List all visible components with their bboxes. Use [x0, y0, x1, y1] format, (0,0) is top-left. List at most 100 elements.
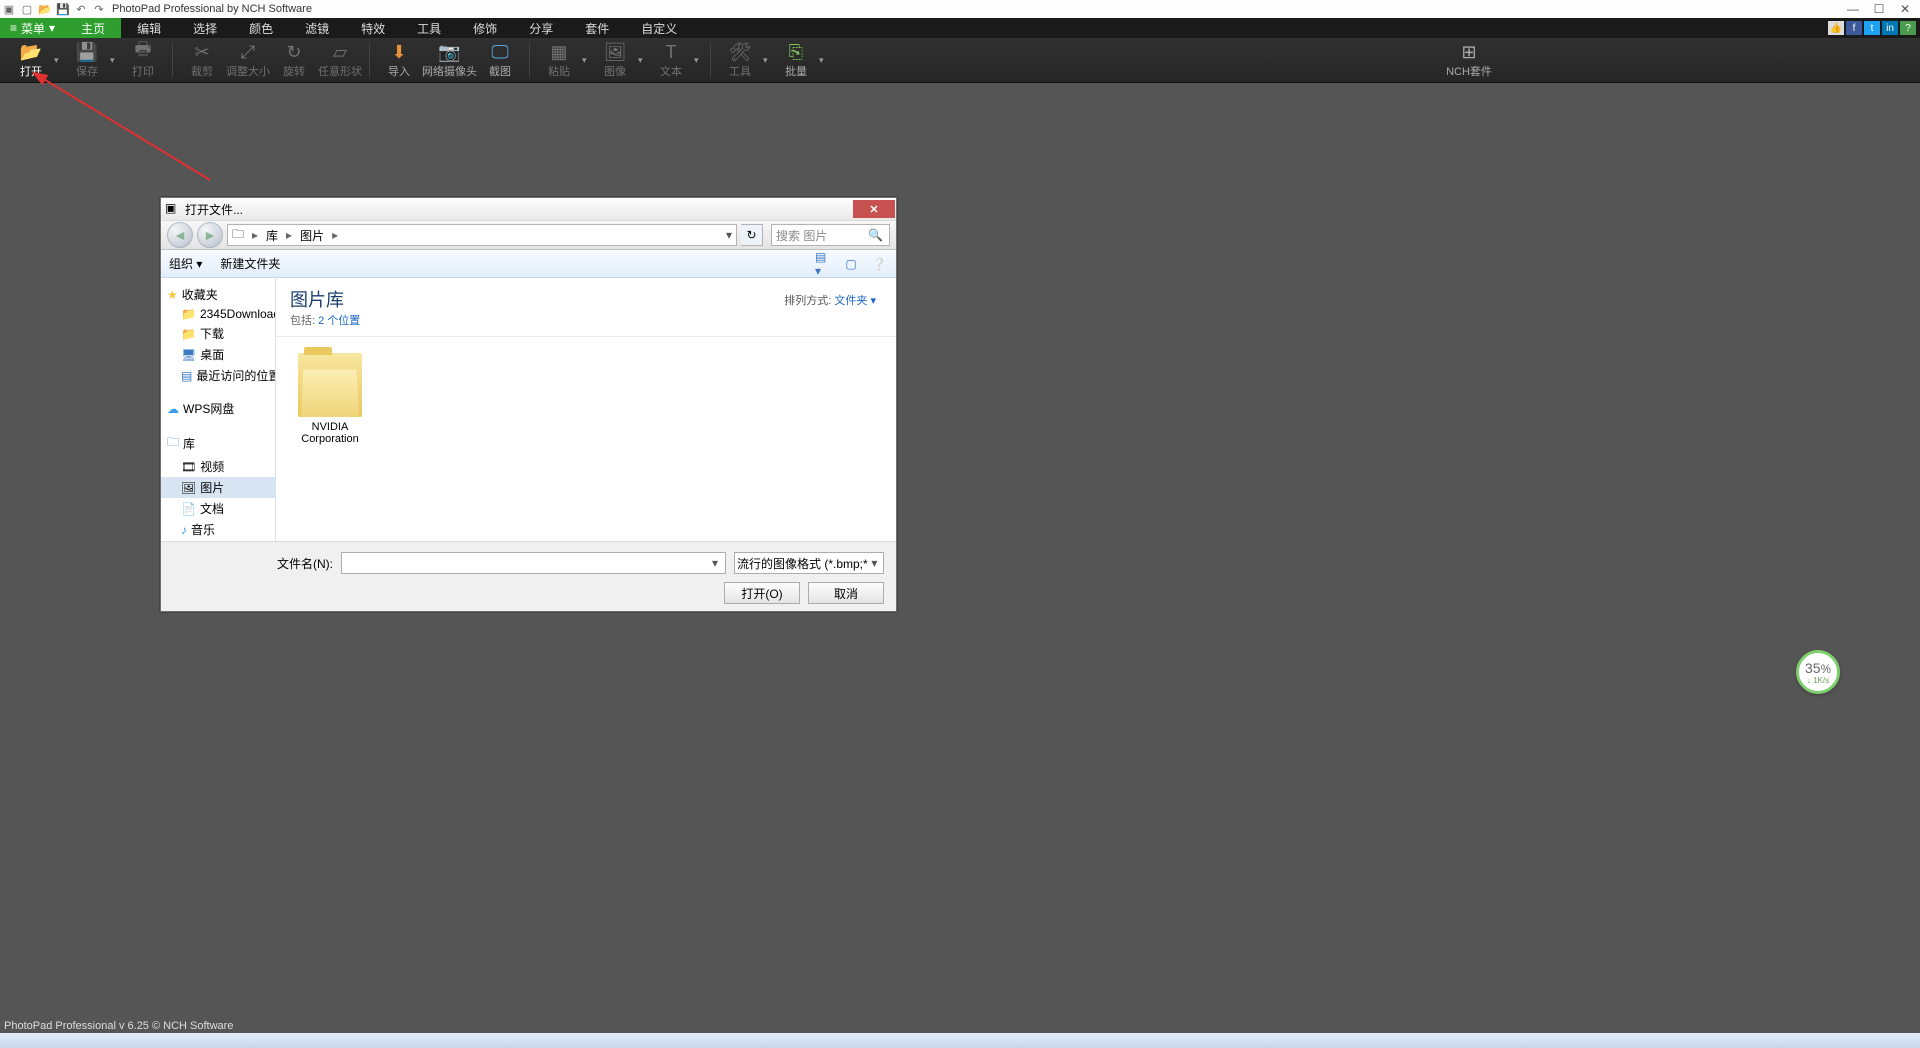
nav-pane: ★收藏夹 📁2345Downloads 📁下载 🖥桌面 ▤最近访问的位置 ☁WP… — [161, 278, 276, 541]
import-button[interactable]: ⬇导入 — [376, 38, 422, 83]
batch-dropdown[interactable]: ▾ — [819, 55, 829, 66]
breadcrumb-root[interactable]: 库 — [262, 227, 282, 244]
search-input[interactable]: 搜索 图片 🔍 — [771, 224, 890, 246]
redo-icon[interactable]: ↷ — [90, 0, 108, 18]
minimize-button[interactable]: — — [1842, 2, 1864, 16]
sort-control[interactable]: 排列方式: 文件夹 ▾ — [784, 292, 876, 308]
nav-fav-item[interactable]: ▤最近访问的位置 — [161, 365, 275, 386]
back-button[interactable]: ◄ — [167, 222, 193, 248]
organize-button[interactable]: 组织 ▾ — [169, 255, 202, 272]
undo-icon[interactable]: ↶ — [72, 0, 90, 18]
status-bar: PhotoPad Professional v 6.25 © NCH Softw… — [0, 1019, 1920, 1033]
image-button[interactable]: 🖼图像 — [592, 38, 638, 83]
open-dropdown[interactable]: ▾ — [54, 55, 64, 66]
chevron-down-icon[interactable]: ▾ — [868, 556, 881, 570]
menu-tab-share[interactable]: 分享 — [513, 18, 569, 38]
tools-button[interactable]: 🛠工具 — [717, 38, 763, 83]
dialog-help-icon[interactable]: ❔ — [870, 255, 888, 273]
download-speed-badge[interactable]: 35% ↓ 1K/s — [1796, 650, 1840, 694]
new-folder-button[interactable]: 新建文件夹 — [220, 255, 280, 272]
preview-pane-button[interactable]: ▢ — [842, 255, 860, 273]
paste-button[interactable]: ▦粘贴 — [536, 38, 582, 83]
nav-favorites[interactable]: ★收藏夹 — [161, 284, 275, 305]
help-icon[interactable]: ? — [1900, 21, 1916, 35]
screenshot-button[interactable]: 🖵截图 — [477, 38, 523, 83]
breadcrumb-dropdown[interactable]: ▾ — [722, 228, 736, 242]
menu-tab-suite[interactable]: 套件 — [569, 18, 625, 38]
star-icon: ★ — [167, 288, 178, 302]
open-quick-icon[interactable]: 📂 — [36, 0, 54, 18]
video-icon: 🎞 — [181, 460, 196, 474]
text-icon: T — [666, 41, 677, 63]
dialog-close-button[interactable]: ✕ — [853, 200, 895, 218]
twitter-icon[interactable]: t — [1864, 21, 1880, 35]
nav-fav-item[interactable]: 📁下载 — [161, 323, 275, 344]
freeform-icon: ▱ — [333, 41, 347, 63]
save-quick-icon[interactable]: 💾 — [54, 0, 72, 18]
nav-lib-item[interactable]: ♪音乐 — [161, 519, 275, 540]
webcam-button[interactable]: 📷网络摄像头 — [422, 38, 477, 83]
nav-wps[interactable]: ☁WPS网盘 — [161, 398, 275, 419]
folder-item[interactable]: NVIDIACorporation — [290, 353, 370, 445]
nav-lib-item[interactable]: 📄文档 — [161, 498, 275, 519]
file-list[interactable]: NVIDIACorporation — [276, 336, 896, 461]
menu-tab-custom[interactable]: 自定义 — [625, 18, 693, 38]
rotate-button[interactable]: ↻旋转 — [271, 38, 317, 83]
resize-button[interactable]: ⤢调整大小 — [225, 38, 271, 83]
save-button[interactable]: 💾保存 — [64, 38, 110, 83]
breadcrumb-sub[interactable]: 图片 — [296, 227, 328, 244]
menu-dropdown-button[interactable]: ≡ 菜单 ▾ — [0, 18, 65, 38]
facebook-icon[interactable]: f — [1846, 21, 1862, 35]
nav-lib-item-selected[interactable]: 🖼图片 — [161, 477, 275, 498]
refresh-button[interactable]: ↻ — [741, 224, 763, 246]
text-dropdown[interactable]: ▾ — [694, 55, 704, 66]
filename-input[interactable]: ▾ — [341, 552, 726, 574]
thumbs-up-icon[interactable]: 👍 — [1828, 21, 1844, 35]
image-dropdown[interactable]: ▾ — [638, 55, 648, 66]
chevron-down-icon[interactable]: ▾ — [707, 556, 723, 570]
breadcrumb[interactable]: 🗀 ▸ 库 ▸ 图片 ▸ ▾ — [227, 224, 737, 246]
sort-value[interactable]: 文件夹 ▾ — [834, 295, 876, 307]
chevron-right-icon: ▸ — [282, 228, 296, 242]
titlebar-quick-icons: ▣ ▢ 📂 💾 ↶ ↷ — [0, 0, 108, 18]
cancel-dialog-button[interactable]: 取消 — [808, 582, 884, 604]
crop-button[interactable]: ✂裁剪 — [179, 38, 225, 83]
library-icon: 🗀 — [167, 433, 179, 454]
text-button[interactable]: T文本 — [648, 38, 694, 83]
save-dropdown[interactable]: ▾ — [110, 55, 120, 66]
forward-button[interactable]: ► — [197, 222, 223, 248]
library-locations-link[interactable]: 2 个位置 — [318, 315, 360, 327]
menu-tab-retouch[interactable]: 修饰 — [457, 18, 513, 38]
separator — [710, 43, 711, 77]
view-mode-button[interactable]: ▤ ▾ — [814, 255, 832, 273]
menu-tab-select[interactable]: 选择 — [177, 18, 233, 38]
filetype-dropdown[interactable]: 流行的图像格式 (*.bmp;*.dng;▾ — [734, 552, 884, 574]
close-window-button[interactable]: ✕ — [1894, 2, 1916, 16]
maximize-button[interactable]: ☐ — [1868, 2, 1890, 16]
nav-fav-item[interactable]: 📁2345Downloads — [161, 305, 275, 323]
nav-fav-item[interactable]: 🖥桌面 — [161, 344, 275, 365]
tools-dropdown[interactable]: ▾ — [763, 55, 773, 66]
open-button[interactable]: 📂打开 — [8, 38, 54, 83]
nav-libraries[interactable]: 🗀库 — [161, 431, 275, 456]
freeform-button[interactable]: ▱任意形状 — [317, 38, 363, 83]
folder-open-icon: 📂 — [20, 41, 42, 63]
nav-lib-item[interactable]: 🎞视频 — [161, 456, 275, 477]
batch-button[interactable]: ⎘批量 — [773, 38, 819, 83]
new-icon[interactable]: ▢ — [18, 0, 36, 18]
app-icon: ▣ — [0, 0, 18, 18]
library-subtitle: 包括: 2 个位置 — [290, 312, 882, 328]
print-button[interactable]: 🖶打印 — [120, 38, 166, 83]
open-dialog-button[interactable]: 打开(O) — [724, 582, 800, 604]
paste-dropdown[interactable]: ▾ — [582, 55, 592, 66]
menu-tab-effect[interactable]: 特效 — [345, 18, 401, 38]
nch-suite-button[interactable]: ⊞NCH套件 — [1446, 38, 1492, 83]
menu-tab-edit[interactable]: 编辑 — [121, 18, 177, 38]
menu-tab-tool[interactable]: 工具 — [401, 18, 457, 38]
crop-icon: ✂ — [194, 41, 209, 63]
menu-tab-color[interactable]: 颜色 — [233, 18, 289, 38]
menu-tab-home[interactable]: 主页 — [65, 18, 121, 38]
menu-tab-filter[interactable]: 滤镜 — [289, 18, 345, 38]
linkedin-icon[interactable]: in — [1882, 21, 1898, 35]
suite-icon: ⊞ — [1461, 41, 1476, 63]
